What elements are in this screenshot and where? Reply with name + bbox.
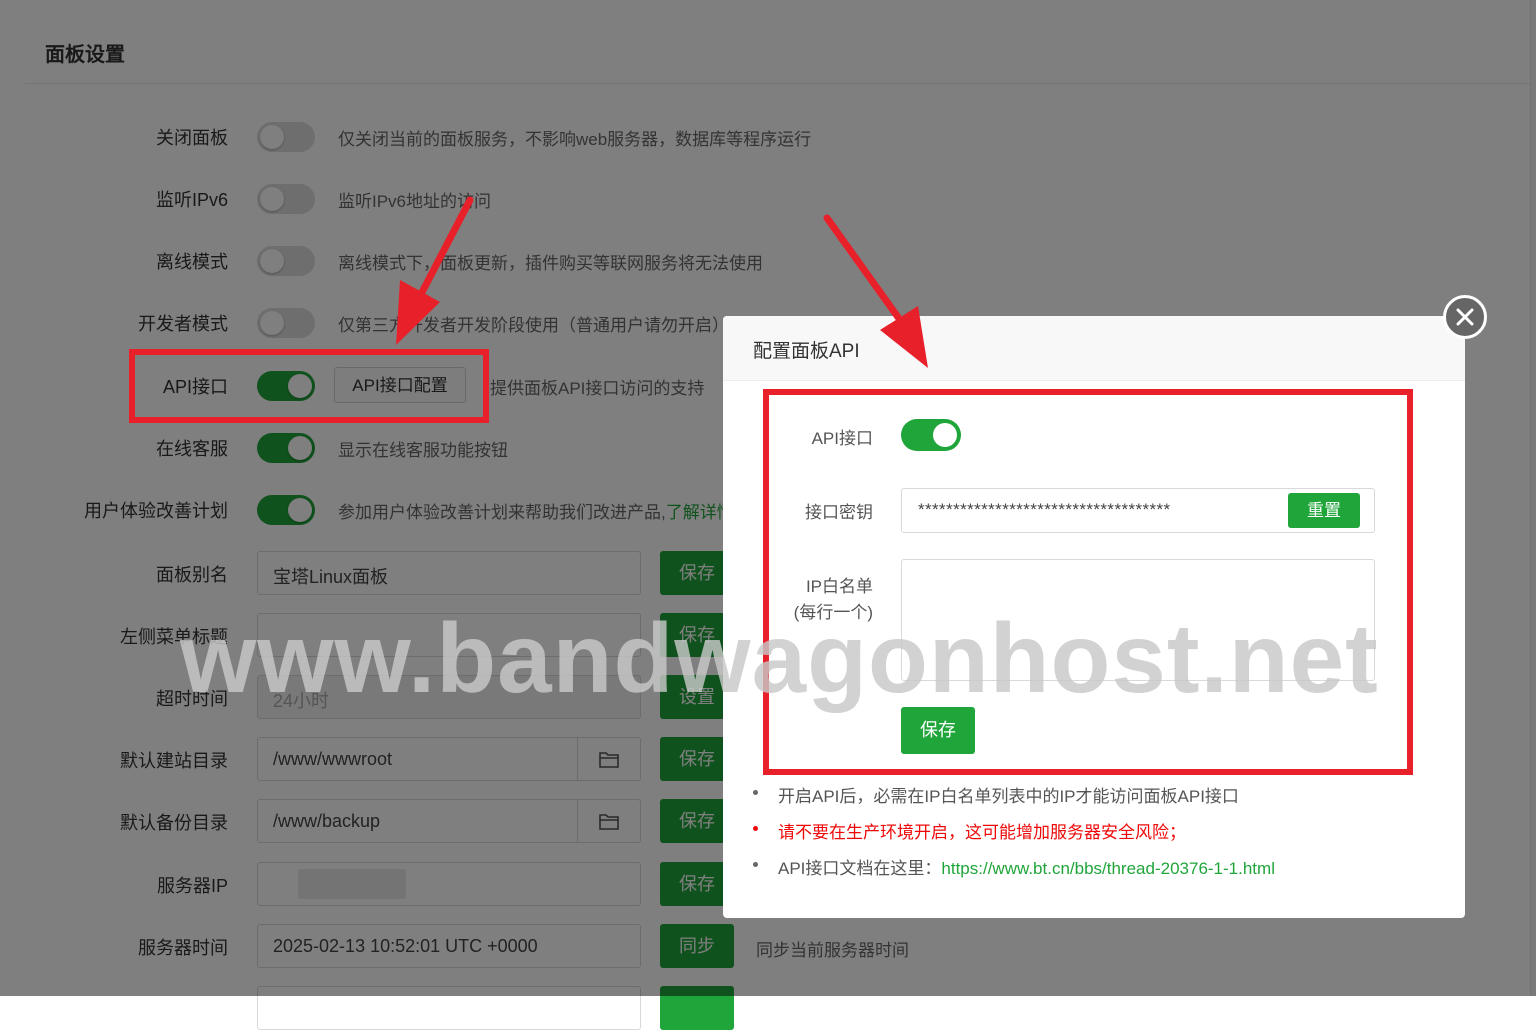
arrow-icon [396,196,474,345]
annotation-arrows [396,196,928,368]
watermark-text: www.bandwagonhost.net [180,603,1379,713]
arrow-icon [823,214,928,368]
